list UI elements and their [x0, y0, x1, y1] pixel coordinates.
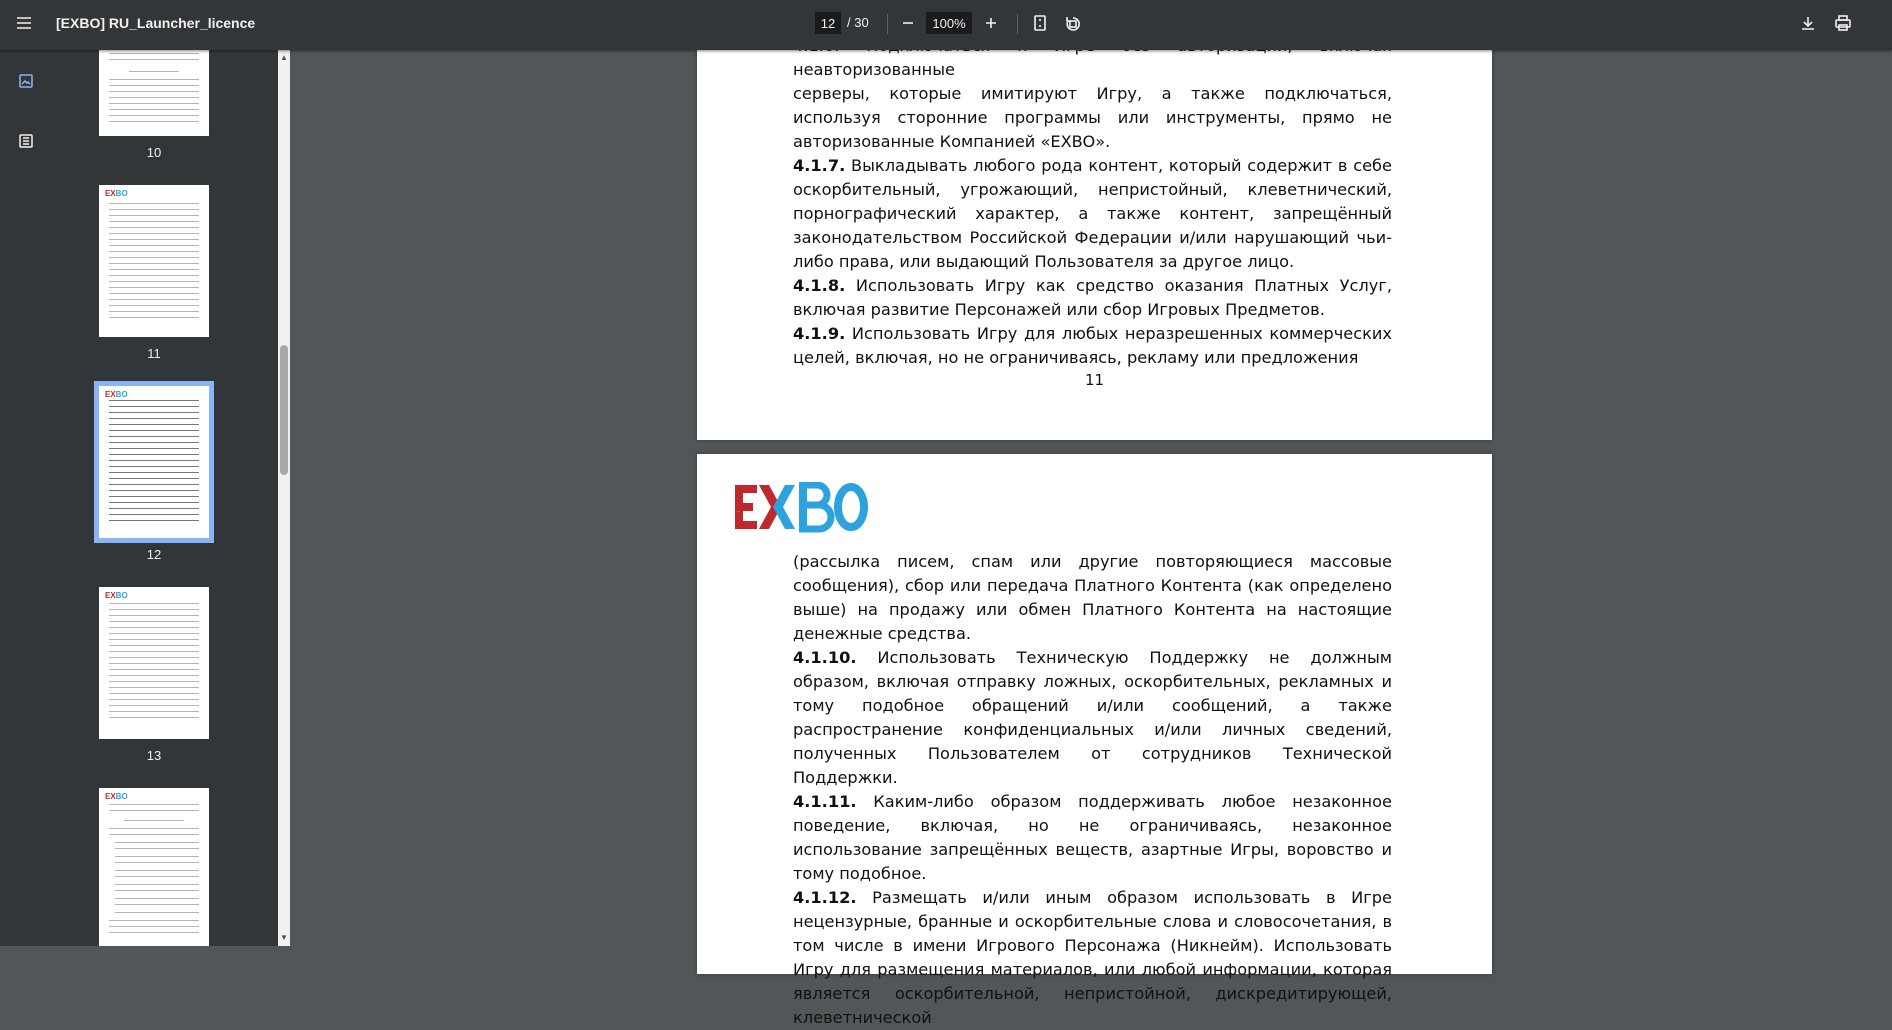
fit-page-button[interactable] [1024, 7, 1056, 39]
scroll-down-icon[interactable]: ▼ [280, 934, 288, 942]
zoom-input[interactable] [926, 12, 972, 34]
divider [887, 14, 888, 34]
exbo-logo: EXBO [735, 482, 868, 533]
thumbnail-page-12[interactable]: EXBO 12 [94, 381, 214, 562]
page-total: / 30 [847, 15, 869, 30]
thumbnail-panel: 10 EXBO 11 EXBO 12 EXBO 13 EXBO [52, 50, 278, 946]
paragraph: серверы, которые имитируют Игру, а также… [793, 84, 1392, 151]
thumbnail-page-11[interactable]: EXBO 11 [99, 185, 209, 361]
zoom-in-button[interactable] [975, 7, 1007, 39]
paragraph: (рассылка писем, спам или другие повторя… [793, 552, 1392, 643]
paragraph: 4.1.11. Каким-либо образом поддерживать … [793, 792, 1392, 883]
page-text: (рассылка писем, спам или другие повторя… [793, 550, 1392, 1030]
zoom-out-button[interactable] [892, 7, 924, 39]
divider [1017, 14, 1018, 34]
thumbnails-icon[interactable] [12, 67, 40, 95]
page-number-input[interactable] [815, 12, 841, 34]
thumbnail-page-14[interactable]: EXBO [99, 788, 209, 946]
menu-icon[interactable] [8, 7, 40, 39]
paragraph: 4.1.8. Использовать Игру как средство ок… [793, 276, 1392, 319]
rotate-button[interactable] [1057, 7, 1089, 39]
paragraph: 4.1.12. Размещать и/или иным образом исп… [793, 888, 1392, 1027]
svg-text:EXBO: EXBO [737, 511, 740, 513]
document-page-12: EXBO (рассылка писем, спам или другие по… [697, 454, 1492, 1027]
thumbnail-image: EXBO [99, 788, 209, 946]
paragraph: 4.1.7. Выкладывать любого рода контент, … [793, 156, 1392, 271]
sidebar-icon-rail [0, 50, 52, 946]
thumbnail-image: EXBO [99, 587, 209, 739]
thumbnail-image: EXBO [99, 185, 209, 337]
thumbnail-page-number: 11 [147, 346, 161, 361]
thumbnail-page-number: 13 [146, 748, 162, 763]
thumbnail-page-13[interactable]: EXBO 13 [99, 587, 209, 763]
thumbnail-image [99, 50, 209, 136]
page-number: 11 [1084, 371, 1105, 389]
page-text: 4.1.6. Подключаться к Игре без авторизац… [793, 34, 1392, 370]
thumbnail-scrollbar[interactable] [278, 50, 290, 946]
document-page-11: 4.1.6. Подключаться к Игре без авторизац… [697, 36, 1492, 440]
scroll-up-icon[interactable]: ▲ [280, 54, 288, 62]
outline-icon[interactable] [12, 127, 40, 155]
scrollbar-thumb[interactable] [280, 345, 288, 475]
thumbnail-page-number: 12 [146, 547, 162, 562]
print-button[interactable] [1827, 7, 1859, 39]
pdf-toolbar: [EXBO] RU_Launcher_licence / 30 [0, 0, 1892, 50]
paragraph: 4.1.9. Использовать Игру для любых нераз… [793, 324, 1392, 367]
thumbnail-image: EXBO [94, 381, 214, 543]
thumbnail-page-number: 10 [146, 145, 162, 160]
thumbnail-page-10[interactable]: 10 [99, 50, 209, 160]
download-button[interactable] [1792, 7, 1824, 39]
paragraph: 4.1.10. Использовать Техническую Поддерж… [793, 648, 1392, 787]
document-title: [EXBO] RU_Launcher_licence [56, 15, 256, 31]
